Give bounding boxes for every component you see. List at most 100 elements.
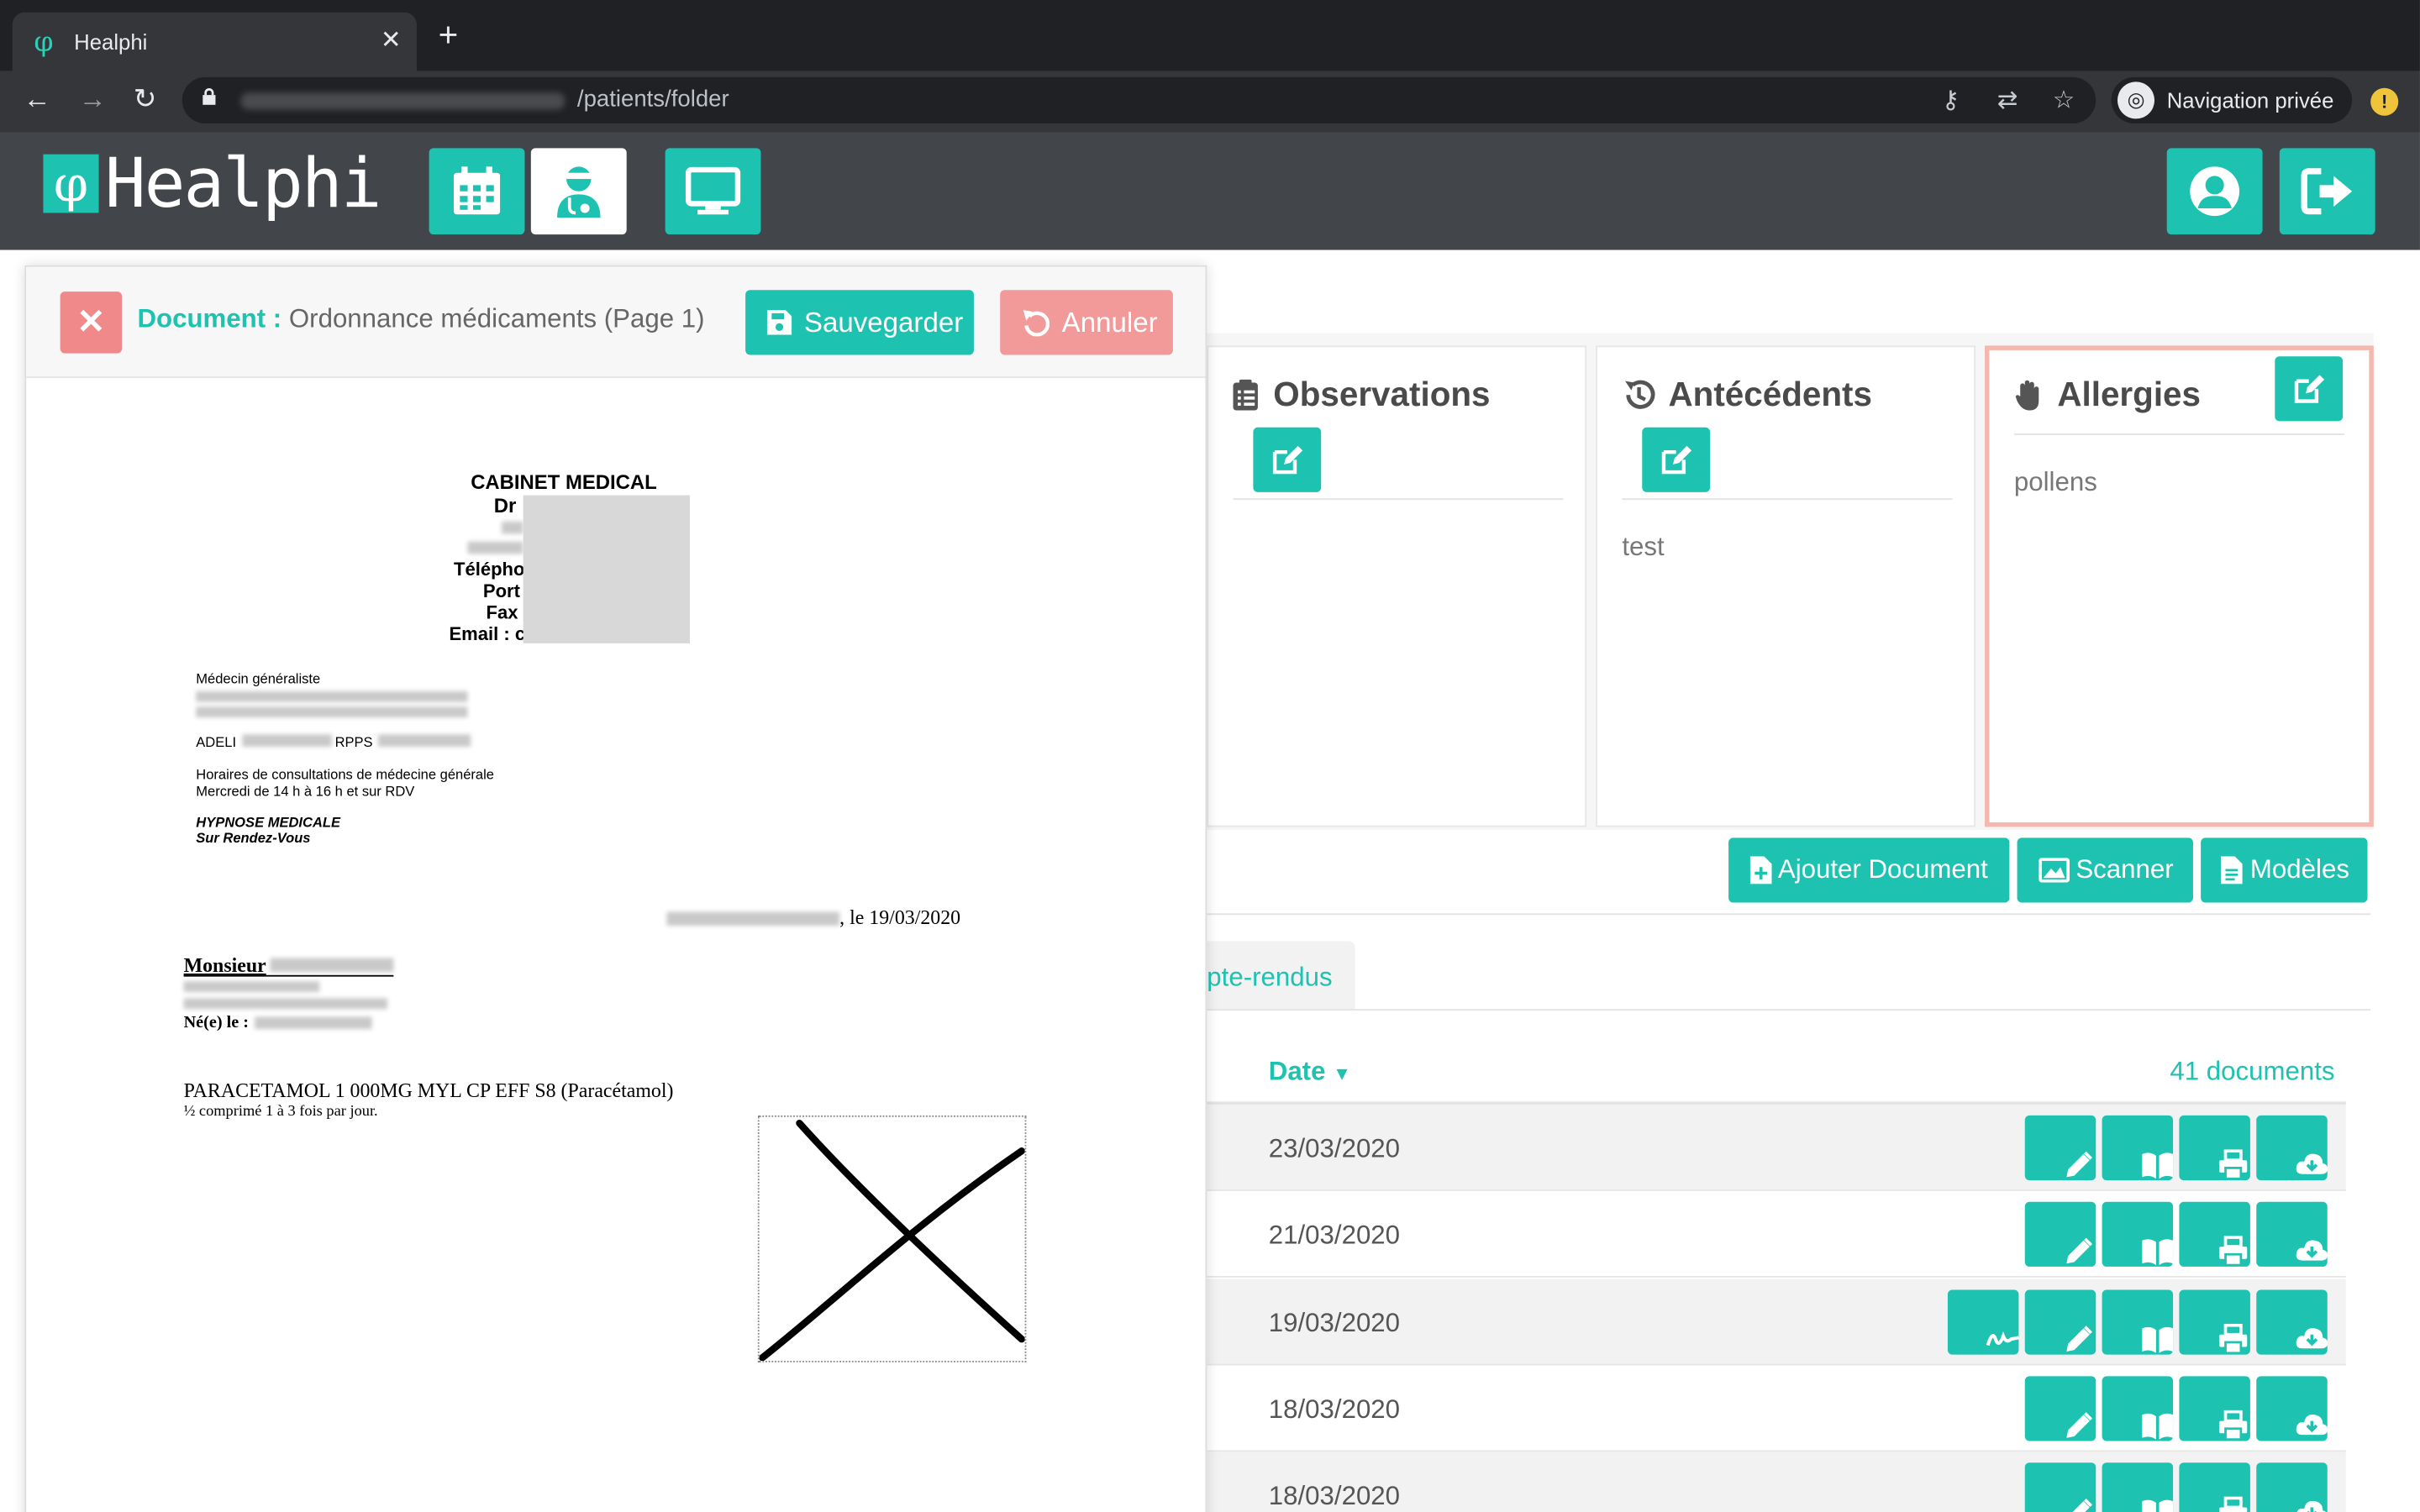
tab-comptes-rendus[interactable]: pte-rendus <box>1207 941 1355 1010</box>
view-document-button[interactable] <box>2102 1115 2174 1181</box>
edit-icon <box>2294 375 2325 403</box>
monitor-button[interactable] <box>665 148 761 235</box>
add-document-button[interactable]: Ajouter Document <box>1728 837 2010 903</box>
history-icon <box>1625 380 1655 409</box>
templates-button[interactable]: Modèles <box>2201 837 2368 903</box>
doc-medication: PARACETAMOL 1 000MG MYL CP EFF S8 (Parac… <box>183 1078 674 1102</box>
doc-phone: Télépho <box>453 558 525 580</box>
redacted <box>183 998 388 1010</box>
logout-button[interactable] <box>2279 148 2375 235</box>
add-document-label: Ajouter Document <box>1777 854 1988 885</box>
back-arrow-icon[interactable]: ← <box>18 83 55 116</box>
modal-close-button[interactable]: ✕ <box>60 291 123 354</box>
row-date: 18/03/2020 <box>1268 1481 1401 1511</box>
cancel-button[interactable]: Annuler <box>1000 290 1173 355</box>
download-document-button[interactable] <box>2256 1289 2328 1355</box>
print-document-button[interactable] <box>2179 1289 2250 1355</box>
observations-title: Observations <box>1273 375 1491 414</box>
tab-label: pte-rendus <box>1207 963 1333 992</box>
edit-antecedents-button[interactable] <box>1642 427 1711 492</box>
doc-specialty: Médecin généraliste <box>196 670 321 687</box>
browser-tab[interactable]: φ Healphi ✕ <box>12 12 417 71</box>
incognito-label: Navigation privée <box>2166 87 2334 113</box>
save-label: Sauvegarder <box>803 307 964 339</box>
patient-icon <box>557 166 601 218</box>
table-row: 19/03/2020 <box>1207 1278 2346 1366</box>
print-document-button[interactable] <box>2179 1462 2250 1512</box>
edit-document-button[interactable] <box>2024 1289 2096 1355</box>
redacted-box <box>523 495 691 643</box>
templates-label: Modèles <box>2249 854 2349 885</box>
edit-observations-button[interactable] <box>1253 427 1322 492</box>
view-document-button[interactable] <box>2102 1289 2174 1355</box>
incognito-icon: ◎ <box>2117 81 2155 119</box>
divider <box>1233 498 1564 501</box>
reload-icon[interactable]: ↻ <box>127 83 164 116</box>
logo-symbol: φ <box>43 154 99 213</box>
address-bar[interactable]: /patients/folder ⚷ ⇄ ☆ <box>182 76 2096 123</box>
doc-hours-title: Horaires de consultations de médecine gé… <box>196 766 494 783</box>
redacted <box>255 1016 372 1030</box>
signature-area[interactable] <box>757 1115 1027 1362</box>
antecedents-content: test <box>1622 532 1665 562</box>
url-path: /patients/folder <box>576 86 729 113</box>
edit-icon <box>1272 445 1303 475</box>
print-document-button[interactable] <box>2179 1376 2250 1441</box>
document-page: CABINET MEDICAL Dr Télépho Port Fax Emai… <box>26 378 1205 1512</box>
doc-rpps: RPPS <box>334 734 373 750</box>
date-column-header[interactable]: Date ▼ <box>1269 1057 1351 1088</box>
row-date: 19/03/2020 <box>1268 1308 1401 1338</box>
key-icon[interactable]: ⚷ <box>1942 85 1960 116</box>
star-icon[interactable]: ☆ <box>2053 85 2075 116</box>
tab-close-button[interactable]: ✕ <box>381 24 402 55</box>
date-header-label: Date <box>1268 1057 1326 1087</box>
print-document-button[interactable] <box>2179 1201 2250 1267</box>
doc-hours: Mercredi de 14 h à 16 h et sur RDV <box>196 784 415 800</box>
logo-text: Healphi <box>104 144 382 224</box>
allergies-card: Allergies pollens <box>1984 345 2374 827</box>
edit-document-button[interactable] <box>2024 1376 2096 1441</box>
doc-born: Né(e) le : <box>183 1013 249 1032</box>
download-document-button[interactable] <box>2256 1115 2328 1181</box>
file-text-icon <box>2221 856 2243 885</box>
sign-document-button[interactable] <box>1947 1289 2019 1355</box>
download-document-button[interactable] <box>2256 1462 2328 1512</box>
doc-rdv: Sur Rendez-Vous <box>196 830 311 846</box>
lock-icon <box>203 88 216 105</box>
tabs-divider <box>1207 1009 2371 1011</box>
view-document-button[interactable] <box>2102 1201 2174 1267</box>
edit-document-button[interactable] <box>2024 1115 2096 1181</box>
download-document-button[interactable] <box>2256 1201 2328 1267</box>
redacted <box>377 734 471 747</box>
edit-document-button[interactable] <box>2024 1462 2096 1512</box>
save-button[interactable]: Sauvegarder <box>745 290 974 355</box>
patients-button[interactable] <box>530 148 627 235</box>
edit-document-button[interactable] <box>2024 1201 2096 1267</box>
update-icon[interactable]: ! <box>2370 87 2399 116</box>
user-icon <box>2190 166 2240 217</box>
url-domain-blurred <box>240 92 566 110</box>
view-document-button[interactable] <box>2102 1462 2174 1512</box>
redacted <box>196 706 468 718</box>
scanner-button[interactable]: Scanner <box>2017 837 2193 903</box>
cancel-label: Annuler <box>1061 307 1158 339</box>
document-editor-modal: ✕ Document : Ordonnance médicaments (Pag… <box>24 265 1207 1512</box>
forward-arrow-icon[interactable]: → <box>74 83 111 116</box>
view-document-button[interactable] <box>2102 1376 2174 1441</box>
incognito-indicator[interactable]: ◎ Navigation privée <box>2111 76 2353 123</box>
download-document-button[interactable] <box>2256 1376 2328 1441</box>
redacted-city <box>666 911 840 927</box>
new-tab-button[interactable]: + <box>439 18 459 52</box>
allergies-title: Allergies <box>2057 375 2202 414</box>
edit-allergies-button[interactable] <box>2275 356 2344 422</box>
translate-icon[interactable]: ⇄ <box>1997 85 2018 116</box>
profile-button[interactable] <box>2166 148 2263 235</box>
doc-doctor: Dr <box>493 493 517 517</box>
doc-port: Port <box>482 580 520 602</box>
browser-toolbar: ← → ↻ /patients/folder ⚷ ⇄ ☆ ◎ Navigatio… <box>0 71 2420 133</box>
caret-down-icon: ▼ <box>1333 1063 1352 1085</box>
redacted <box>242 734 332 747</box>
calendar-button[interactable] <box>429 148 525 235</box>
print-document-button[interactable] <box>2179 1115 2250 1181</box>
divider <box>1622 498 1953 501</box>
